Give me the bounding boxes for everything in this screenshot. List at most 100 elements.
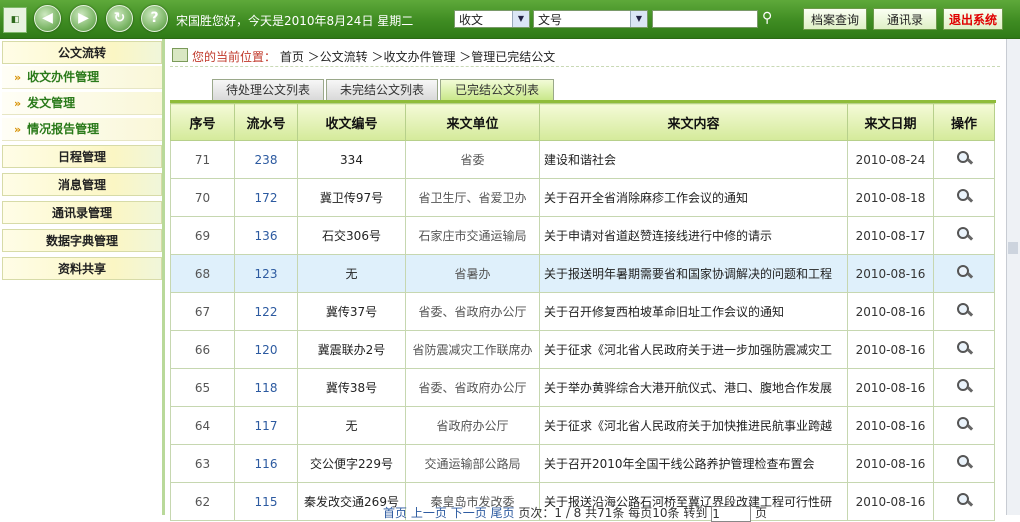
contacts-button[interactable]: 通讯录 [873,8,937,30]
column-header[interactable]: 流水号 [234,103,298,141]
row-doc-no: 无 [297,406,406,445]
column-header[interactable]: 收文编号 [297,103,406,141]
per-page: 每页10条 [628,506,680,520]
sidebar-item-sharing[interactable]: 资料共享 [2,257,162,280]
sidebar-item-outgoing[interactable]: » 发文管理 [2,92,162,115]
breadcrumb: 您的当前位置： 首页 ＞公文流转 ＞收文办件管理 ＞管理已完结公文 [172,48,555,65]
double-chevron-icon: » [14,97,22,110]
last-page-link[interactable]: 尾页 [491,506,515,520]
row-content: 建设和谐社会 [539,140,848,179]
search-input[interactable] [652,10,758,28]
help-icon[interactable]: ? [141,5,168,32]
magnifier-icon[interactable] [957,265,971,279]
row-seq: 70 [170,178,235,217]
row-source-unit: 交通运输部公路局 [405,444,540,483]
row-content: 关于征求《河北省人民政府关于进一步加强防震减灾工 [539,330,848,369]
row-action [933,330,995,369]
exit-system-button[interactable]: 退出系统 [943,8,1003,30]
magnifier-icon[interactable] [957,455,971,469]
row-flow-no: 238 [234,140,298,179]
sidebar-item-messages[interactable]: 消息管理 [2,173,162,196]
chevron-down-icon[interactable]: ▼ [630,11,647,27]
row-date: 2010-08-16 [847,444,934,483]
tab-pending[interactable]: 待处理公文列表 [212,79,324,100]
row-content: 关于召开修复西柏坡革命旧址工作会议的通知 [539,292,848,331]
table-row[interactable]: 67 122 冀传37号 省委、省政府办公厅 关于召开修复西柏坡革命旧址工作会议的通知 2… [170,292,995,331]
row-flow-no: 118 [234,368,298,407]
table-row[interactable]: 70 172 冀卫传97号 省卫生厅、省爱卫办 关于召开全省消除麻疹工作会议的通知 201… [170,178,995,217]
field-select[interactable]: 文号 ▼ [533,10,648,28]
chevron-down-icon[interactable]: ▼ [512,11,529,27]
prev-page-link[interactable]: 上一页 [411,506,447,520]
refresh-icon[interactable]: ↻ [106,5,133,32]
table-row[interactable]: 66 120 冀震联办2号 省防震减灾工作联席办 关于征求《河北省人民政府关于进一步加强… [170,330,995,369]
first-page-link[interactable]: 首页 [383,506,407,520]
sidebar-item-contacts[interactable]: 通讯录管理 [2,201,162,224]
column-header: 操作 [933,103,995,141]
row-seq: 64 [170,406,235,445]
row-flow-no: 123 [234,254,298,293]
page-select[interactable]: 1 [711,505,752,522]
row-date: 2010-08-24 [847,140,934,179]
column-header[interactable]: 来文日期 [847,103,934,141]
magnifier-icon[interactable] [957,303,971,317]
row-source-unit: 省政府办公厅 [405,406,540,445]
row-source-unit: 石家庄市交通运输局 [405,216,540,255]
row-date: 2010-08-16 [847,330,934,369]
row-content: 关于报送明年暑期需要省和国家协调解决的问题和工程 [539,254,848,293]
row-doc-no: 冀传37号 [297,292,406,331]
row-content: 关于召开2010年全国干线公路养护管理检查布置会 [539,444,848,483]
row-source-unit: 省委、省政府办公厅 [405,368,540,407]
sidebar-item-label: 公文流转 [57,46,106,60]
tab-finished[interactable]: 已完结公文列表 [440,79,554,100]
sidebar-item-dictionary[interactable]: 数据字典管理 [2,229,162,252]
sidebar-item-schedule[interactable]: 日程管理 [2,145,162,168]
row-doc-no: 冀震联办2号 [297,330,406,369]
table-row[interactable]: 69 136 石交306号 石家庄市交通运输局 关于申请对省道赵赞连接线进行中修的请示 2… [170,216,995,255]
row-doc-no: 冀卫传97号 [297,178,406,217]
sidebar-item-reports[interactable]: » 情况报告管理 [2,118,162,141]
sidebar-item-doc-flow[interactable]: 公文流转 [2,41,162,64]
column-header[interactable]: 来文单位 [405,103,540,141]
doc-type-select[interactable]: 收文 ▼ [454,10,530,28]
column-header[interactable]: 序号 [170,103,235,141]
document-table: 序号 流水号 收文编号 来文单位 来文内容 来文日期 操作 71 238 334 省委… [170,103,995,521]
forward-icon[interactable]: ▶ [70,5,97,32]
goto-label: 转到 [683,506,708,520]
magnifier-icon[interactable] [957,417,971,431]
table-row[interactable]: 71 238 334 省委 建设和谐社会 2010-08-24 [170,140,995,179]
next-page-link[interactable]: 下一页 [451,506,487,520]
sidebar-item-label: 收文办件管理 [27,70,100,84]
back-icon[interactable]: ◀ [34,5,61,32]
top-toolbar: ◧ ◀ ▶ ↻ ? 宋国胜您好，今天是2010年8月24日 星期二 收文 ▼ 文… [0,0,1020,39]
row-source-unit: 省暑办 [405,254,540,293]
magnifier-icon[interactable] [957,151,971,165]
sidebar-item-label: 数据字典管理 [45,234,118,248]
sidebar-item-incoming[interactable]: » 收文办件管理 [2,66,162,89]
table-row[interactable]: 64 117 无省政府办公厅 关于征求《河北省人民政府关于加快推进民航事业跨越 2010… [170,406,995,445]
divider [170,66,1000,67]
search-icon[interactable]: ⚲ [762,10,778,26]
vertical-scrollbar[interactable] [1006,39,1020,515]
tab-unfinished[interactable]: 未完结公文列表 [326,79,438,100]
archive-query-button[interactable]: 档案查询 [803,8,867,30]
app-logo-icon[interactable]: ◧ [3,7,27,33]
breadcrumb-path[interactable]: 首页 ＞公文流转 ＞收文办件管理 ＞管理已完结公文 [280,50,555,64]
row-date: 2010-08-18 [847,178,934,217]
magnifier-icon[interactable] [957,493,971,507]
row-flow-no: 122 [234,292,298,331]
double-chevron-icon: » [14,71,22,84]
scrollbar-thumb[interactable] [1008,242,1018,254]
magnifier-icon[interactable] [957,189,971,203]
page-info: 页次：1 / 8 [518,506,582,520]
row-source-unit: 省委 [405,140,540,179]
magnifier-icon[interactable] [957,379,971,393]
row-date: 2010-08-17 [847,216,934,255]
table-row[interactable]: 65 118 冀传38号 省委、省政府办公厅 关于举办黄骅综合大港开航仪式、港口、腹地合… [170,368,995,407]
magnifier-icon[interactable] [957,227,971,241]
column-header[interactable]: 来文内容 [539,103,848,141]
table-row[interactable]: 68 123 无省暑办 关于报送明年暑期需要省和国家协调解决的问题和工程 2010-08… [170,254,995,293]
pagination: 首页 上一页 下一页 尾页 页次：1 / 8 共71条 每页10条 转到 1 页 [383,504,767,522]
magnifier-icon[interactable] [957,341,971,355]
table-row[interactable]: 63 116 交公便字229号 交通运输部公路局 关于召开2010年全国干线公路养护管理… [170,444,995,483]
